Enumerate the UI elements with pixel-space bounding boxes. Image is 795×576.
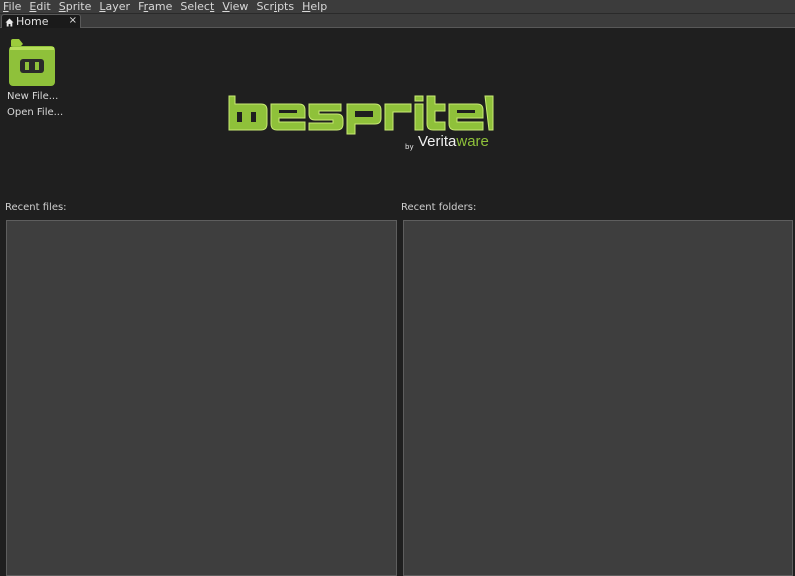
menu-file-label-post: ile bbox=[8, 0, 22, 13]
recent-folders-label: Recent folders: bbox=[401, 202, 477, 213]
menu-edit-label-post: dit bbox=[36, 0, 51, 13]
menu-edit[interactable]: Edit bbox=[25, 0, 54, 14]
recent-folders-list[interactable] bbox=[403, 220, 793, 576]
close-icon[interactable]: × bbox=[69, 15, 77, 27]
tab-home[interactable]: Home × bbox=[1, 14, 81, 28]
menu-file[interactable]: File bbox=[0, 0, 25, 14]
menu-frame[interactable]: Frame bbox=[134, 0, 176, 14]
menu-layer[interactable]: Layer bbox=[95, 0, 134, 14]
menu-scripts-label-post: pts bbox=[277, 0, 295, 13]
menu-frame-label-post: ame bbox=[148, 0, 173, 13]
open-file-link[interactable]: Open File... bbox=[7, 106, 63, 119]
menu-layer-label-post: ayer bbox=[105, 0, 131, 13]
menu-sprite-accelerator: S bbox=[58, 0, 66, 13]
menu-view-accelerator: V bbox=[222, 0, 230, 13]
veritaware-logo: Veritaware bbox=[418, 133, 489, 151]
menu-select-accelerator: t bbox=[209, 0, 215, 13]
veritaware-part-a: Verita bbox=[418, 133, 457, 150]
menu-sprite[interactable]: Sprite bbox=[55, 0, 96, 14]
home-icon bbox=[5, 17, 14, 27]
menu-help[interactable]: Help bbox=[298, 0, 331, 14]
logo-by-text: by bbox=[405, 143, 414, 151]
menu-sprite-label-post: prite bbox=[65, 0, 92, 13]
tab-home-label: Home bbox=[16, 14, 49, 28]
new-file-icon[interactable] bbox=[8, 38, 56, 88]
menu-bar: File Edit Sprite Layer Frame Select View… bbox=[0, 0, 795, 14]
veritaware-part-b: ware bbox=[456, 133, 489, 150]
recent-files-label: Recent files: bbox=[5, 202, 67, 213]
home-view: New File... Open File... by Veritaware R… bbox=[0, 28, 795, 576]
menu-view-label-post: iew bbox=[229, 0, 249, 13]
menu-scripts[interactable]: Scripts bbox=[252, 0, 298, 14]
menu-select[interactable]: Select bbox=[176, 0, 218, 14]
menu-help-label-post: elp bbox=[310, 0, 328, 13]
new-file-link[interactable]: New File... bbox=[7, 90, 58, 103]
menu-select-label-pre: Selec bbox=[180, 0, 210, 13]
menu-scripts-label-pre: Scr bbox=[256, 0, 274, 13]
menu-view[interactable]: View bbox=[218, 0, 252, 14]
tab-bar: Home × bbox=[0, 14, 795, 28]
recent-files-list[interactable] bbox=[6, 220, 397, 576]
